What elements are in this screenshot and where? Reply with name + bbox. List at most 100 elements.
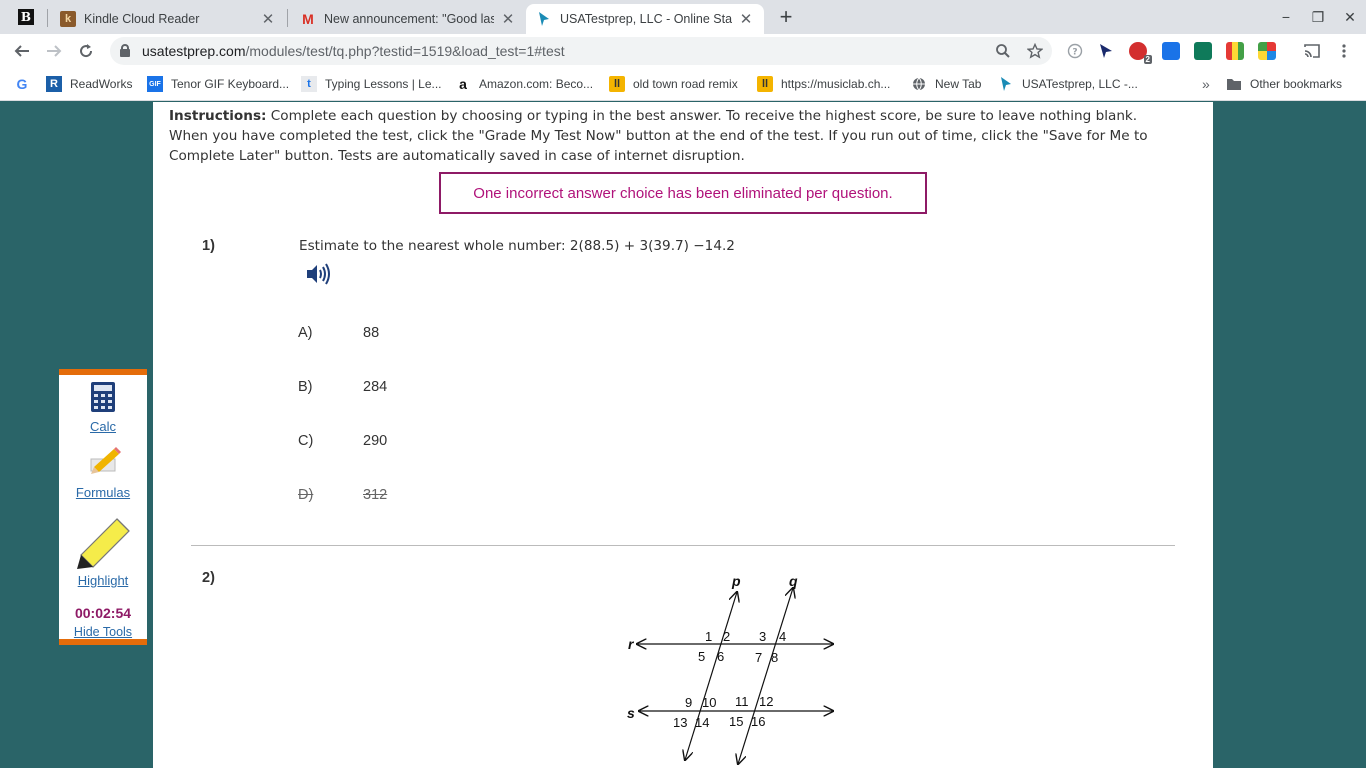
angle-16: 16 bbox=[751, 714, 765, 729]
zoom-icon[interactable] bbox=[994, 42, 1012, 60]
instructions-text: Complete each question by choosing or ty… bbox=[169, 108, 1148, 164]
cursor-icon bbox=[998, 76, 1014, 92]
bookmark-label: New Tab bbox=[935, 77, 982, 91]
window-close-button[interactable]: ✕ bbox=[1338, 6, 1362, 28]
bookmark-readworks[interactable]: R ReadWorks bbox=[46, 75, 132, 93]
label-p: p bbox=[731, 573, 741, 589]
bookmark-label: https://musiclab.ch... bbox=[781, 77, 891, 91]
close-icon[interactable]: ✕ bbox=[260, 11, 276, 28]
help-extension-icon[interactable]: ? bbox=[1066, 42, 1084, 60]
other-bookmarks[interactable]: Other bookmarks bbox=[1226, 75, 1342, 93]
question-2-number: 2) bbox=[202, 570, 215, 586]
musiclab-icon: ll bbox=[757, 76, 773, 92]
minimize-button[interactable]: − bbox=[1274, 6, 1298, 28]
tab-usatestprep[interactable]: USATestprep, LLC - Online State-S ✕ bbox=[526, 4, 764, 34]
angle-2: 2 bbox=[723, 629, 730, 644]
cast-button[interactable] bbox=[1300, 39, 1324, 63]
gmail-icon: M bbox=[302, 11, 314, 27]
url-path: /modules/test/tq.php?testid=1519&load_te… bbox=[245, 43, 565, 59]
menu-button[interactable] bbox=[1332, 39, 1356, 63]
bookmark-musiclab[interactable]: ll https://musiclab.ch... bbox=[757, 75, 890, 93]
bookmark-old-town-road[interactable]: ll old town road remix bbox=[609, 75, 738, 93]
back-button[interactable] bbox=[10, 39, 34, 63]
test-page: Instructions: Complete each question by … bbox=[153, 102, 1213, 768]
bookmark-label: Other bookmarks bbox=[1250, 77, 1343, 91]
globe-icon bbox=[911, 76, 927, 92]
angle-8: 8 bbox=[771, 650, 778, 665]
choice-c-letter[interactable]: C) bbox=[298, 433, 313, 449]
extension-badge: 2 bbox=[1143, 55, 1152, 64]
choice-d-letter-eliminated: D) bbox=[298, 487, 314, 503]
shirt-extension-icon[interactable] bbox=[1194, 42, 1212, 60]
bookmark-star-icon[interactable] bbox=[1026, 42, 1044, 60]
bookmark-label: old town road remix bbox=[633, 77, 738, 91]
formulas-pencil-icon[interactable] bbox=[88, 445, 122, 480]
colorful-extension-icon[interactable] bbox=[1226, 42, 1244, 60]
line-q bbox=[738, 588, 793, 764]
cursor-extension-icon[interactable] bbox=[1097, 42, 1115, 60]
speaker-icon[interactable] bbox=[305, 262, 331, 286]
adblock-extension-icon[interactable]: 2 bbox=[1129, 42, 1152, 64]
reload-icon bbox=[80, 44, 93, 58]
bookmark-google[interactable]: G bbox=[14, 75, 38, 93]
browser-toolbar: usatestprep.com/modules/test/tq.php?test… bbox=[0, 34, 1366, 68]
notice-text: One incorrect answer choice has been eli… bbox=[473, 184, 893, 202]
tab-title: Kindle Cloud Reader bbox=[84, 12, 200, 26]
angle-6: 6 bbox=[717, 649, 724, 664]
tenor-icon: GIF bbox=[147, 76, 163, 92]
reload-button[interactable] bbox=[74, 39, 98, 63]
choice-b-letter[interactable]: B) bbox=[298, 379, 313, 395]
back-arrow-icon bbox=[14, 45, 29, 57]
tab-gmail[interactable]: M New announcement: "Good last ✕ bbox=[290, 4, 526, 34]
bookmark-typing[interactable]: t Typing Lessons | Le... bbox=[301, 75, 442, 93]
tab-separator bbox=[287, 9, 288, 27]
angle-1: 1 bbox=[705, 629, 712, 644]
label-s: s bbox=[627, 705, 635, 721]
bookmark-tenor[interactable]: GIF Tenor GIF Keyboard... bbox=[147, 75, 289, 93]
close-icon[interactable]: ✕ bbox=[738, 11, 754, 28]
cube-extension-icon[interactable] bbox=[1258, 42, 1276, 60]
bookmark-new-tab[interactable]: New Tab bbox=[911, 75, 981, 93]
bookmark-usatestprep[interactable]: USATestprep, LLC -... bbox=[998, 75, 1138, 93]
pinned-tab-favicon: B bbox=[18, 9, 34, 25]
bookmark-label: USATestprep, LLC -... bbox=[1022, 77, 1138, 91]
tab-title: New announcement: "Good last bbox=[324, 12, 494, 26]
highlight-link[interactable]: Highlight bbox=[59, 573, 147, 588]
address-bar[interactable]: usatestprep.com/modules/test/tq.php?test… bbox=[110, 37, 1052, 65]
bookmarks-overflow-button[interactable]: » bbox=[1202, 75, 1210, 93]
folder-icon bbox=[1226, 76, 1242, 92]
forward-arrow-icon bbox=[47, 45, 62, 57]
url-text[interactable]: usatestprep.com/modules/test/tq.php?test… bbox=[142, 43, 565, 59]
angle-14: 14 bbox=[695, 715, 709, 730]
readworks-icon: R bbox=[46, 76, 62, 92]
forward-button[interactable] bbox=[42, 39, 66, 63]
instructions-label: Instructions: bbox=[169, 108, 267, 124]
choice-a-letter[interactable]: A) bbox=[298, 325, 313, 341]
question-1-number: 1) bbox=[202, 238, 215, 254]
calculator-icon[interactable] bbox=[90, 381, 116, 418]
question-1-text: Estimate to the nearest whole number: 2(… bbox=[299, 238, 735, 254]
choice-a-value[interactable]: 88 bbox=[363, 325, 379, 341]
close-icon[interactable]: ✕ bbox=[500, 11, 516, 28]
url-host: usatestprep.com bbox=[142, 43, 246, 59]
parallel-lines-figure: p q r s 1 2 3 4 5 6 7 8 9 10 11 12 13 14… bbox=[627, 573, 835, 768]
tab-kindle[interactable]: k Kindle Cloud Reader ✕ bbox=[50, 4, 286, 34]
question-divider bbox=[191, 545, 1175, 546]
hide-tools-link[interactable]: Hide Tools bbox=[59, 625, 147, 639]
bookmark-amazon[interactable]: a Amazon.com: Beco... bbox=[455, 75, 593, 93]
choice-b-value[interactable]: 284 bbox=[363, 379, 387, 395]
pinned-tab[interactable]: B bbox=[8, 4, 44, 30]
cast-icon bbox=[1304, 44, 1320, 58]
screen-capture-extension-icon[interactable] bbox=[1162, 42, 1180, 60]
bookmark-label: Amazon.com: Beco... bbox=[479, 77, 594, 91]
kindle-icon: k bbox=[60, 11, 76, 27]
angle-13: 13 bbox=[673, 715, 687, 730]
highlighter-icon[interactable] bbox=[73, 515, 133, 576]
formulas-link[interactable]: Formulas bbox=[59, 485, 147, 500]
calc-link[interactable]: Calc bbox=[59, 419, 147, 434]
restore-button[interactable]: ❐ bbox=[1306, 6, 1330, 28]
new-tab-button[interactable]: + bbox=[774, 4, 798, 29]
choice-c-value[interactable]: 290 bbox=[363, 433, 387, 449]
angle-7: 7 bbox=[755, 650, 762, 665]
bookmark-label: Typing Lessons | Le... bbox=[325, 77, 442, 91]
